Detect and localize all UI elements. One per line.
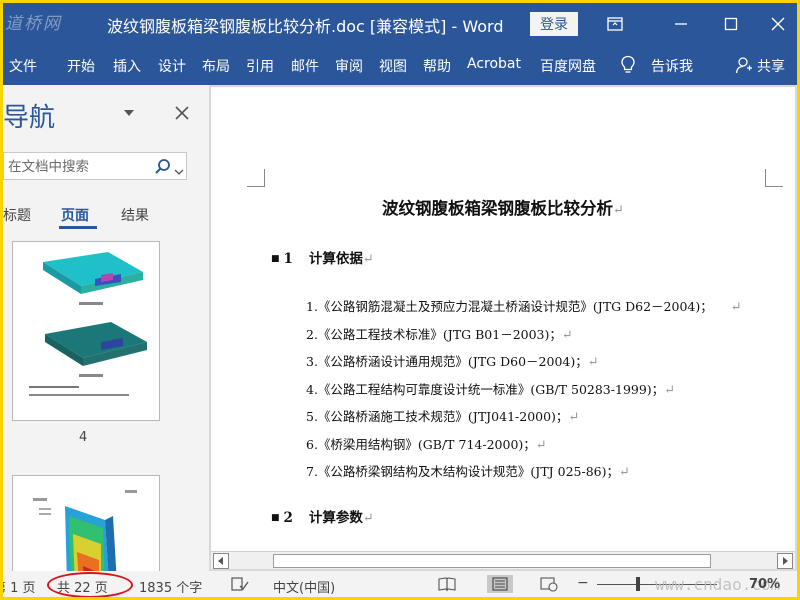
- document-heading-text: 波纹钢腹板箱梁钢腹板比较分析: [382, 199, 614, 218]
- nav-pane-title: 导航: [3, 103, 56, 133]
- tab-mailings[interactable]: 邮件: [291, 56, 319, 76]
- list-item: 1.《公路钢筋混凝土及预应力混凝土桥涵设计规范》(JTG D62－2004)； ↵: [306, 296, 742, 315]
- paragraph-mark-icon: ↵: [535, 438, 547, 453]
- section-heading: ■ 1 计算依据↵: [271, 247, 374, 267]
- lightbulb-icon: [620, 55, 636, 75]
- document-page[interactable]: 波纹钢腹板箱梁钢腹板比较分析↵ ■ 1 计算依据↵ 1.《公路钢筋混凝土及预应力混凝…: [211, 87, 795, 551]
- section-heading: ■ 2 计算参数↵: [271, 506, 374, 526]
- reference-text: 2.《公路工程技术标准》(JTG B01－2003)；: [306, 327, 562, 342]
- list-item: 4.《公路工程结构可靠度设计统一标准》(GB/T 50283-1999)；↵: [306, 379, 675, 398]
- paragraph-mark-icon: ↵: [664, 383, 676, 398]
- navigation-pane: 导航 标题 页面 结果: [3, 85, 209, 571]
- reference-text: 4.《公路工程结构可靠度设计统一标准》(GB/T 50283-1999)；: [306, 382, 665, 397]
- close-window-icon[interactable]: [765, 11, 791, 37]
- reference-text: 7.《公路桥梁钢结构及木结构设计规范》(JTJ 025-86)；: [306, 464, 620, 479]
- search-input[interactable]: [8, 157, 148, 177]
- zoom-slider-thumb[interactable]: [636, 577, 640, 591]
- scroll-right-icon[interactable]: [777, 553, 793, 569]
- nav-tab-results[interactable]: 结果: [121, 205, 149, 225]
- section-title: 计算参数: [308, 510, 363, 526]
- horizontal-scrollbar[interactable]: [211, 551, 795, 569]
- list-item: 6.《桥梁用结构钢》(GB/T 714-2000)；↵: [306, 434, 547, 453]
- page-indicator[interactable]: 第 1 页: [3, 577, 36, 596]
- search-icon[interactable]: [154, 158, 172, 176]
- maximize-icon[interactable]: [718, 11, 744, 37]
- thumbnail-fem-model-image: [29, 252, 147, 396]
- ribbon-tabs: 文件 开始 插入 设计 布局 引用 邮件 审阅 视图 帮助 Acrobat 百度…: [3, 43, 797, 85]
- search-options-chevron-icon[interactable]: [174, 162, 184, 175]
- site-logo-watermark: 道桥网: [5, 14, 62, 34]
- tell-me-search[interactable]: 告诉我: [651, 56, 693, 76]
- crop-mark-top-left: [247, 169, 265, 187]
- status-bar: 第 1 页 共 22 页 1835 个字 中文(中国) − www.cndao.…: [3, 571, 797, 597]
- tab-view[interactable]: 视图: [379, 56, 407, 76]
- crop-mark-top-right: [765, 169, 783, 187]
- bullet-icon: ■: [271, 513, 280, 523]
- title-bar: 道桥网 波纹钢腹板箱梁钢腹板比较分析.doc [兼容模式] - Word 登录: [3, 3, 797, 43]
- page-thumbnail-5[interactable]: [12, 475, 160, 571]
- nav-tab-headings[interactable]: 标题: [3, 205, 31, 225]
- paragraph-mark-icon: ↵: [613, 203, 624, 218]
- word-window: 道桥网 波纹钢腹板箱梁钢腹板比较分析.doc [兼容模式] - Word 登录 …: [3, 3, 797, 597]
- list-item: 3.《公路桥涵设计通用规范》(JTG D60－2004)；↵: [306, 351, 599, 370]
- zoom-out-icon[interactable]: −: [577, 575, 589, 591]
- print-layout-icon[interactable]: [487, 575, 513, 593]
- read-mode-icon[interactable]: [437, 575, 457, 593]
- reference-text: 6.《桥梁用结构钢》(GB/T 714-2000)；: [306, 437, 536, 452]
- thumbnail-stress-contour-image: [33, 490, 137, 571]
- window-title: 波纹钢腹板箱梁钢腹板比较分析.doc [兼容模式] - Word: [107, 17, 504, 36]
- reference-text: 5.《公路桥涵施工技术规范》(JTJ041-2000)；: [306, 409, 569, 424]
- login-button[interactable]: 登录: [530, 12, 578, 36]
- tab-file[interactable]: 文件: [9, 56, 37, 76]
- paragraph-mark-icon: ↵: [568, 410, 580, 425]
- paragraph-mark-icon: ↵: [730, 300, 742, 315]
- tab-acrobat[interactable]: Acrobat: [467, 56, 521, 72]
- list-item: 2.《公路工程技术标准》(JTG B01－2003)；↵: [306, 324, 573, 343]
- nav-search-box: [3, 152, 187, 180]
- paragraph-mark-icon: ↵: [362, 252, 374, 267]
- red-highlight-oval: [47, 572, 133, 597]
- nav-tab-pages[interactable]: 页面: [61, 205, 89, 225]
- paragraph-mark-icon: ↵: [587, 355, 599, 370]
- paragraph-mark-icon: ↵: [619, 465, 630, 480]
- section-number: 2: [283, 510, 293, 526]
- bullet-icon: ■: [271, 254, 280, 264]
- minimize-icon[interactable]: [668, 11, 694, 37]
- proofing-icon[interactable]: [231, 576, 249, 592]
- reference-text: 3.《公路桥涵设计通用规范》(JTG D60－2004)；: [306, 354, 588, 369]
- share-person-icon[interactable]: [735, 56, 753, 74]
- tab-design[interactable]: 设计: [158, 56, 186, 76]
- list-item: 7.《公路桥梁钢结构及木结构设计规范》(JTJ 025-86)；↵: [306, 461, 630, 480]
- tab-help[interactable]: 帮助: [423, 56, 451, 76]
- ribbon-display-options-icon[interactable]: [602, 11, 628, 37]
- word-count[interactable]: 1835 个字: [139, 577, 202, 596]
- language-indicator[interactable]: 中文(中国): [273, 577, 335, 596]
- document-area: 波纹钢腹板箱梁钢腹板比较分析↵ ■ 1 计算依据↵ 1.《公路钢筋混凝土及预应力混凝…: [209, 85, 797, 571]
- paragraph-mark-icon: ↵: [561, 328, 573, 343]
- share-button[interactable]: 共享: [757, 56, 785, 76]
- page-thumbnail-4[interactable]: [12, 241, 160, 421]
- tab-review[interactable]: 审阅: [335, 56, 363, 76]
- active-tab-indicator: [59, 226, 97, 229]
- section-title: 计算依据: [308, 251, 363, 267]
- thumbnail-page-number: 4: [79, 430, 88, 445]
- section-number: 1: [283, 251, 293, 267]
- zoom-level[interactable]: 70%: [749, 577, 780, 592]
- list-item: 5.《公路桥涵施工技术规范》(JTJ041-2000)；↵: [306, 406, 579, 425]
- chevron-down-icon[interactable]: [121, 105, 137, 121]
- scroll-left-icon[interactable]: [213, 553, 229, 569]
- paragraph-mark-icon: ↵: [362, 511, 374, 526]
- web-layout-icon[interactable]: [539, 575, 559, 593]
- tab-layout[interactable]: 布局: [202, 56, 230, 76]
- tab-home[interactable]: 开始: [67, 56, 95, 76]
- page-thumbnails: 4: [3, 238, 209, 571]
- reference-text: 1.《公路钢筋混凝土及预应力混凝土桥涵设计规范》(JTG D62－2004)；: [306, 299, 713, 314]
- tab-insert[interactable]: 插入: [113, 56, 141, 76]
- document-heading: 波纹钢腹板箱梁钢腹板比较分析↵: [211, 195, 795, 219]
- tab-baidu-netdisk[interactable]: 百度网盘: [540, 56, 596, 76]
- scrollbar-thumb[interactable]: [273, 554, 711, 568]
- tab-references[interactable]: 引用: [246, 56, 274, 76]
- close-icon[interactable]: [173, 104, 191, 122]
